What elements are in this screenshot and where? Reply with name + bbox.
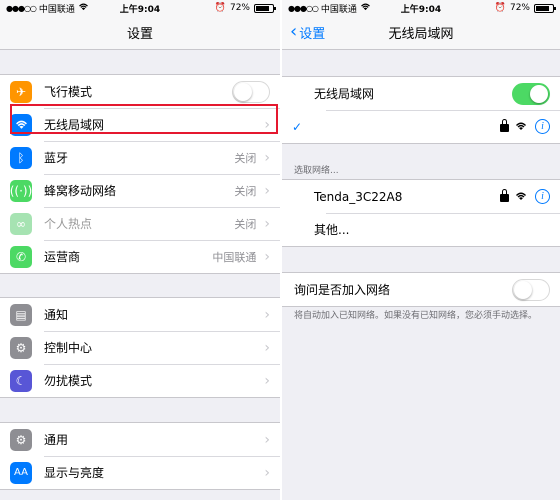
ask-join-note: 将自动加入已知网络。如果没有已知网络，您必须手动选择。: [294, 311, 538, 321]
page-title: 无线局域网: [388, 27, 454, 42]
chevron-right-icon: ›: [264, 215, 270, 232]
battery-percent: 72%: [229, 3, 250, 13]
ask-join-label: 询问是否加入网络: [294, 283, 391, 297]
chevron-right-icon: ›: [264, 248, 270, 265]
network-name: Tenda_3C22A8: [314, 189, 403, 204]
settings-item-hotspot[interactable]: ∞ 个人热点 关闭 ›: [0, 207, 280, 240]
bluetooth-icon: ᛒ: [10, 146, 32, 169]
other-network-row[interactable]: 其他...: [282, 213, 560, 246]
settings-item-general[interactable]: ⚙ 通用 ›: [0, 423, 280, 456]
chevron-right-icon: ›: [264, 431, 270, 448]
chevron-right-icon: ›: [264, 372, 270, 389]
settings-item-label: 运营商: [44, 250, 81, 264]
airplane-icon: ✈: [10, 80, 32, 103]
control-center-icon: ⚙: [10, 336, 32, 359]
page-title: 设置: [126, 27, 153, 42]
wifi-screen: ●●●○○ 中国联通 上午9:04 ⏰ 72% ‹ 设置 无线局域网 无线局域网…: [280, 0, 560, 500]
choose-network-label: 选取网络...: [294, 166, 339, 176]
wifi-toggle-group: 无线局域网 ✓ i: [282, 76, 560, 144]
settings-item-control-center[interactable]: ⚙ 控制中心 ›: [0, 331, 280, 364]
settings-item-notifications[interactable]: ▤ 通知 ›: [0, 298, 280, 331]
battery-icon: [534, 3, 556, 13]
ask-join-group: 询问是否加入网络: [282, 272, 560, 307]
settings-item-label: 通知: [44, 308, 69, 322]
settings-group-notifications: ▤ 通知 › ⚙ 控制中心 › ☾ 勿扰模式 ›: [0, 297, 280, 398]
gear-icon: ⚙: [10, 428, 32, 451]
settings-item-value: 中国联通: [212, 250, 257, 264]
settings-item-value: 关闭: [234, 151, 257, 165]
settings-screen: ●●●○○ 中国联通 上午9:04 ⏰ 72% 设置 ✈ 飞行模式 无线局域网 …: [0, 0, 280, 500]
settings-item-bluetooth[interactable]: ᛒ 蓝牙 关闭 ›: [0, 141, 280, 174]
hotspot-icon: ∞: [10, 212, 32, 235]
settings-item-label: 控制中心: [44, 341, 93, 355]
ask-join-row: 询问是否加入网络: [282, 273, 560, 306]
phone-icon: ✆: [10, 245, 32, 268]
chevron-right-icon: ›: [264, 306, 270, 323]
back-label: 设置: [299, 27, 326, 42]
airplane-toggle[interactable]: [232, 80, 270, 103]
settings-item-label: 蓝牙: [44, 151, 69, 165]
settings-item-value: 关闭: [234, 217, 257, 231]
settings-item-label: 显示与亮度: [44, 466, 105, 480]
settings-item-label: 通用: [44, 433, 69, 447]
nav-bar: ‹ 设置 无线局域网: [282, 16, 560, 50]
settings-item-label: 蜂窝移动网络: [44, 184, 117, 198]
moon-icon: ☾: [10, 369, 32, 392]
wifi-toggle-row: 无线局域网: [282, 77, 560, 110]
nav-bar: 设置: [0, 16, 280, 50]
settings-item-value: 关闭: [234, 184, 257, 198]
lock-icon: [500, 119, 509, 132]
wifi-toggle-label: 无线局域网: [314, 87, 375, 101]
alarm-icon: ⏰: [214, 3, 226, 13]
settings-group-general: ⚙ 通用 › AA 显示与亮度 ›: [0, 422, 280, 490]
settings-item-label: 飞行模式: [44, 85, 93, 99]
network-row[interactable]: Tenda_3C22A8 i: [282, 180, 560, 213]
display-icon: AA: [10, 461, 32, 484]
wifi-toggle[interactable]: [512, 82, 550, 105]
networks-group: Tenda_3C22A8 i 其他...: [282, 179, 560, 247]
battery-icon: [254, 3, 276, 13]
back-button[interactable]: ‹ 设置: [290, 20, 326, 42]
checkmark-icon: ✓: [292, 119, 303, 134]
info-icon[interactable]: i: [535, 119, 550, 134]
wifi-signal-icon: [515, 192, 527, 201]
settings-item-cellular[interactable]: ((·)) 蜂窝移动网络 关闭 ›: [0, 174, 280, 207]
ask-join-toggle[interactable]: [512, 278, 550, 301]
alarm-icon: ⏰: [494, 3, 506, 13]
lock-icon: [500, 189, 509, 202]
notification-icon: ▤: [10, 303, 32, 326]
connected-network-row[interactable]: ✓ i: [282, 110, 560, 143]
cellular-icon: ((·)): [10, 179, 32, 202]
chevron-right-icon: ›: [264, 339, 270, 356]
settings-item-do-not-disturb[interactable]: ☾ 勿扰模式 ›: [0, 364, 280, 397]
info-icon[interactable]: i: [535, 189, 550, 204]
wifi-highlight-box: [10, 104, 278, 134]
other-network-label: 其他...: [314, 223, 350, 237]
status-bar: ●●●○○ 中国联通 上午9:04 ⏰ 72%: [282, 0, 560, 16]
chevron-right-icon: ›: [264, 182, 270, 199]
settings-item-carrier[interactable]: ✆ 运营商 中国联通 ›: [0, 240, 280, 273]
chevron-right-icon: ›: [264, 464, 270, 481]
wifi-signal-icon: [515, 122, 527, 131]
battery-percent: 72%: [509, 3, 530, 13]
chevron-left-icon: ‹: [290, 20, 298, 42]
settings-item-label: 勿扰模式: [44, 374, 93, 388]
settings-item-label: 个人热点: [44, 217, 93, 231]
chevron-right-icon: ›: [264, 149, 270, 166]
settings-item-display[interactable]: AA 显示与亮度 ›: [0, 456, 280, 489]
status-bar: ●●●○○ 中国联通 上午9:04 ⏰ 72%: [0, 0, 280, 16]
